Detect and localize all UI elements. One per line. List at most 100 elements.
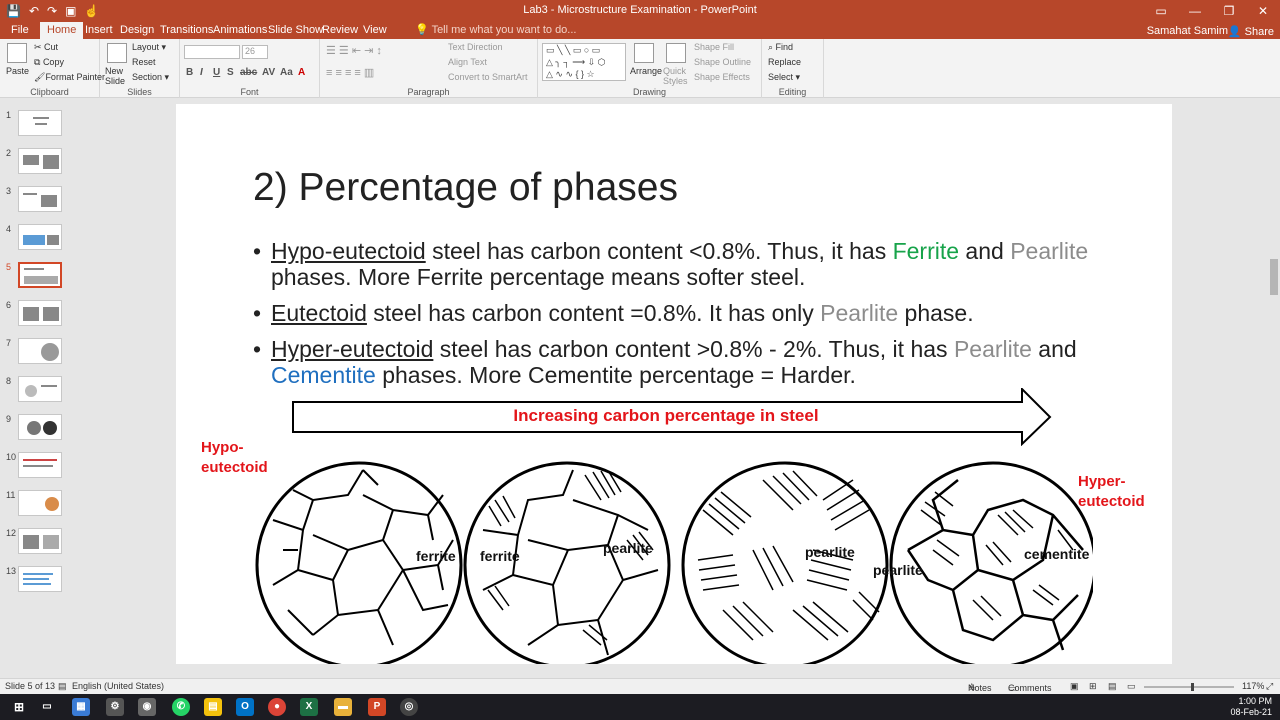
system-clock[interactable]: 1:00 PM 08-Feb-21 — [1230, 696, 1272, 718]
task-view-icon[interactable]: ▭ — [38, 698, 56, 716]
new-slide-button[interactable]: New Slide — [105, 66, 135, 86]
zoom-slider[interactable] — [1144, 683, 1234, 691]
arrange-button[interactable]: Arrange — [630, 66, 662, 76]
strikethrough-button[interactable]: abc — [240, 67, 257, 78]
thumbnail-7[interactable]: 7 — [0, 338, 78, 368]
powerpoint-icon[interactable]: P — [368, 698, 386, 716]
close-button[interactable]: ✕ — [1246, 0, 1280, 22]
font-color-icon[interactable]: A — [298, 67, 305, 78]
bullet-text: phase. — [898, 300, 974, 326]
windows-start-icon[interactable]: ⊞ — [10, 698, 28, 716]
file-explorer-icon[interactable]: ▬ — [334, 698, 352, 716]
layout-button[interactable]: Layout ▾ — [132, 42, 166, 53]
clock-time: 1:00 PM — [1238, 696, 1272, 706]
shape-outline-button[interactable]: Shape Outline — [694, 57, 751, 67]
quick-styles-button[interactable]: Quick Styles — [663, 66, 691, 86]
window-title: Lab3 - Microstructure Examination - Powe… — [523, 4, 757, 16]
thumbnail-13[interactable]: 13 — [0, 566, 78, 596]
find-button[interactable]: ⌕ Find — [768, 42, 793, 53]
reading-view-icon[interactable]: ▤ — [1108, 681, 1117, 692]
tell-me-box[interactable]: 💡 Tell me what you want to do... — [408, 22, 583, 39]
thumbnail-1[interactable]: 1 — [0, 110, 78, 140]
copy-button[interactable]: ⧉ Copy — [34, 57, 64, 68]
reset-button[interactable]: Reset — [132, 57, 156, 67]
smartart-button[interactable]: Convert to SmartArt — [448, 72, 528, 82]
thumbnail-number: 12 — [6, 528, 17, 538]
cut-button[interactable]: ✂ Cut — [34, 42, 58, 53]
slide-canvas[interactable]: 2) Percentage of phases Hypo-eutectoid s… — [176, 104, 1172, 669]
shape-effects-button[interactable]: Shape Effects — [694, 72, 750, 82]
microstructure-image[interactable]: ferrite ferrite pearlite pearlite pearli… — [253, 440, 1097, 669]
text-direction-button[interactable]: Text Direction — [448, 42, 503, 52]
thumbnail-6[interactable]: 6 — [0, 300, 78, 330]
outlook-icon[interactable]: O — [236, 698, 254, 716]
maximize-button[interactable]: ❐ — [1212, 0, 1246, 22]
thumbnail-8[interactable]: 8 — [0, 376, 78, 406]
thumbnail-2[interactable]: 2 — [0, 148, 78, 178]
calculator-icon[interactable]: ▦ — [72, 698, 90, 716]
select-button[interactable]: Select ▾ — [768, 72, 800, 83]
tab-file[interactable]: File — [4, 22, 36, 39]
shadow-button[interactable]: S — [227, 67, 234, 78]
vertical-scrollbar[interactable] — [1268, 99, 1280, 678]
thumbnail-image — [18, 528, 62, 554]
sticky-notes-icon[interactable]: ▤ — [204, 698, 222, 716]
thumbnail-4[interactable]: 4 — [0, 224, 78, 254]
format-painter-button[interactable]: 🖌Format Painter — [34, 72, 105, 83]
excel-icon[interactable]: X — [300, 698, 318, 716]
quick-styles-icon[interactable] — [666, 43, 686, 63]
italic-button[interactable]: I — [200, 67, 203, 78]
slides-label: Slides — [127, 87, 152, 97]
font-family-box[interactable] — [184, 45, 240, 59]
normal-view-icon[interactable]: ▣ — [1070, 681, 1079, 692]
new-slide-icon[interactable] — [107, 43, 127, 63]
shape-fill-button[interactable]: Shape Fill — [694, 42, 734, 52]
browser-app-icon[interactable]: ◉ — [138, 698, 156, 716]
align-text-button[interactable]: Align Text — [448, 57, 487, 67]
copy-label: Copy — [42, 57, 64, 67]
paste-icon[interactable] — [7, 43, 27, 63]
slideshow-icon[interactable]: ▭ — [1127, 681, 1136, 692]
zoom-level[interactable]: 117% — [1242, 681, 1264, 691]
thumbnail-11[interactable]: 11 — [0, 490, 78, 520]
slide-sorter-icon[interactable]: ⊞ — [1089, 681, 1097, 692]
replace-button[interactable]: Replace — [768, 57, 801, 67]
thumbnail-10[interactable]: 10 — [0, 452, 78, 482]
thumbnail-9[interactable]: 9 — [0, 414, 78, 444]
spellcheck-icon[interactable]: ▤ — [58, 681, 67, 692]
chrome-icon[interactable]: ● — [268, 698, 286, 716]
settings-app-icon[interactable]: ⚙ — [106, 698, 124, 716]
thumbnail-number: 13 — [6, 566, 17, 576]
spacing-button[interactable]: AV — [262, 67, 275, 78]
ribbon-options-icon[interactable]: ▭ — [1144, 0, 1178, 22]
shapes-gallery[interactable]: ▭ ╲ ╲ ▭ ○ ▭ △ ╮ ┐ ⟶ ⇩ ⬡ △ ∿ ∿ { } ☆ — [542, 43, 626, 81]
bold-button[interactable]: B — [186, 67, 193, 78]
thumbnail-5[interactable]: 5 — [0, 262, 78, 292]
section-button[interactable]: Section ▾ — [132, 72, 169, 83]
scrollbar-thumb[interactable] — [1270, 259, 1278, 295]
bullet-hyper-eutectoid: Hyper-eutectoid steel has carbon content… — [253, 336, 1133, 388]
thumbnail-3[interactable]: 3 — [0, 186, 78, 216]
media-app-icon[interactable]: ◎ — [400, 698, 418, 716]
user-name[interactable]: Samahat Samim — [1147, 25, 1228, 37]
language-indicator[interactable]: English (United States) — [72, 681, 164, 691]
underline-button[interactable]: U — [213, 67, 220, 78]
fit-slide-icon[interactable]: ⤢ — [1266, 681, 1273, 692]
tab-home[interactable]: Home — [40, 22, 84, 39]
lightbulb-icon: 💡 — [415, 24, 432, 36]
slide-title[interactable]: 2) Percentage of phases — [253, 166, 678, 210]
paste-button[interactable]: Paste — [6, 66, 29, 76]
font-size-box[interactable]: 26 — [242, 45, 268, 59]
comments-label: Comments — [1008, 683, 1052, 693]
minimize-button[interactable]: — — [1178, 0, 1212, 22]
bullet-list[interactable]: Hypo-eutectoid steel has carbon content … — [253, 238, 1133, 398]
change-case-button[interactable]: Aa — [280, 67, 293, 78]
share-button[interactable]: 👤 Share — [1228, 25, 1274, 38]
tab-view[interactable]: View — [356, 22, 394, 39]
bullets-icon[interactable]: ☰ ☰ ⇤ ⇥ ↕ — [326, 44, 382, 57]
thumbnail-12[interactable]: 12 — [0, 528, 78, 558]
whatsapp-icon[interactable]: ✆ — [172, 698, 190, 716]
align-icons[interactable]: ≡ ≡ ≡ ≡ ▥ — [326, 66, 374, 79]
zoom-slider-track — [1144, 683, 1234, 691]
arrange-icon[interactable] — [634, 43, 654, 63]
